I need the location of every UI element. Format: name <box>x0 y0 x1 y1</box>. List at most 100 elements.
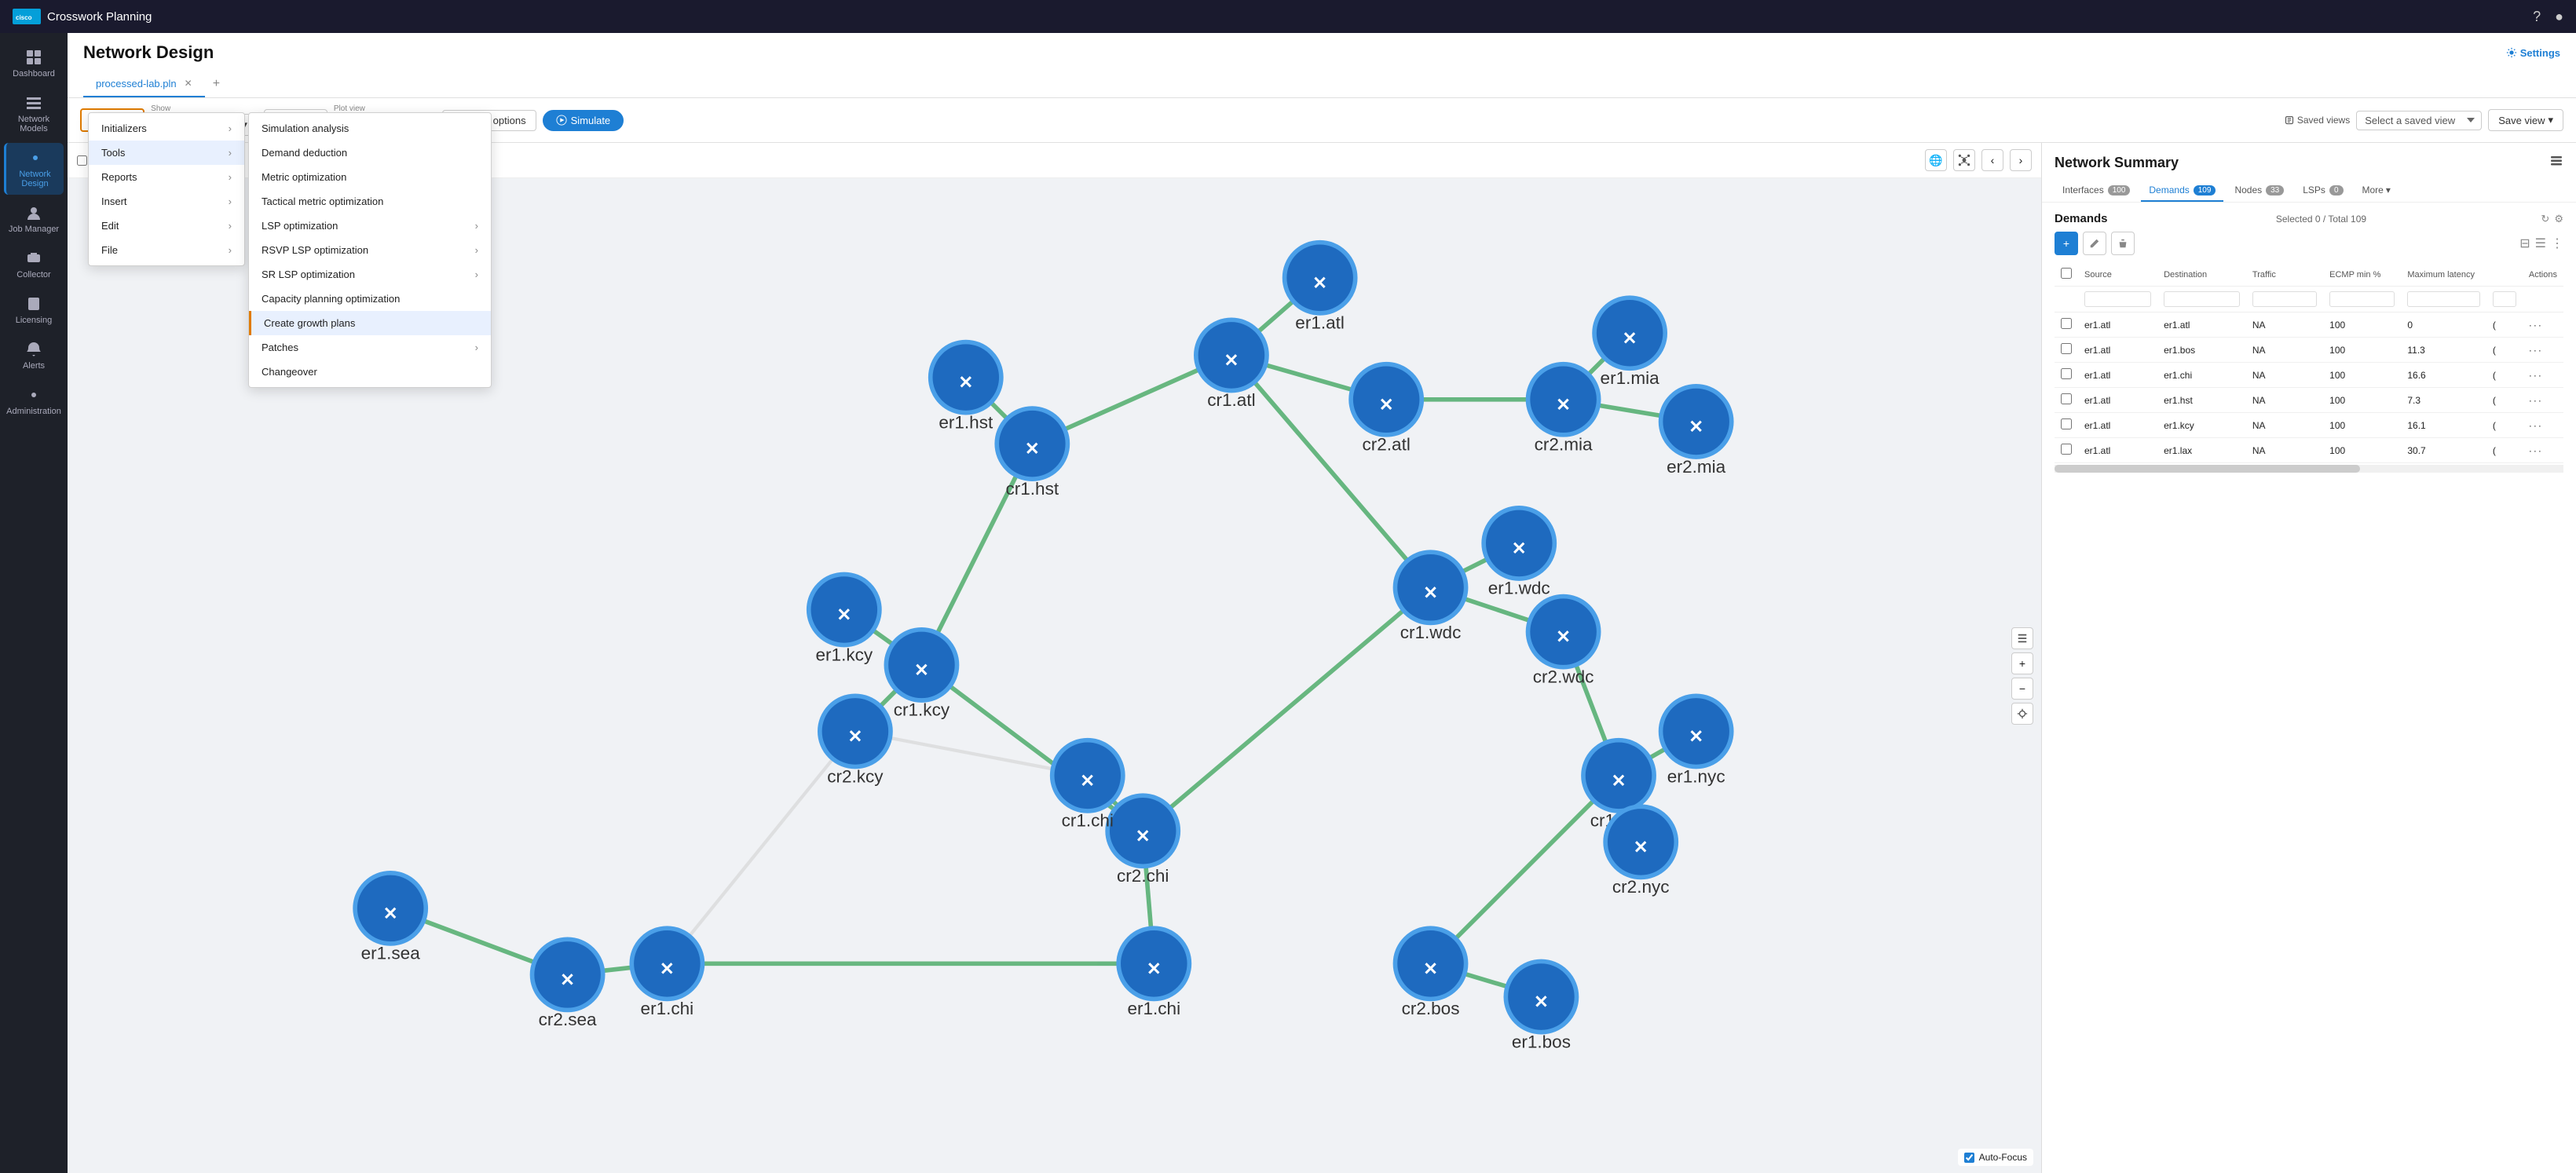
tools-item-lsp-optimization[interactable]: LSP optimization › <box>249 214 491 238</box>
tactical-metric-label: Tactical metric optimization <box>262 196 383 207</box>
show-groups-checkbox[interactable] <box>77 155 87 166</box>
grid-view-icon-btn[interactable]: ⋮ <box>2551 236 2563 251</box>
menu-item-file[interactable]: File › <box>89 238 244 262</box>
refresh-icon[interactable]: ↻ <box>2541 213 2549 225</box>
tools-item-patches[interactable]: Patches › <box>249 335 491 360</box>
rp-tab-nodes[interactable]: Nodes 33 <box>2227 180 2292 202</box>
menu-item-insert[interactable]: Insert › <box>89 189 244 214</box>
sidebar-item-licensing[interactable]: Licensing <box>4 289 64 331</box>
filter-extra-cell <box>2486 287 2523 312</box>
tools-item-create-growth-plans[interactable]: Create growth plans <box>249 311 491 335</box>
saved-views-label-wrap: Saved views <box>2285 115 2350 126</box>
zoom-out-btn[interactable]: − <box>2011 678 2033 700</box>
col-ecmp-header[interactable]: ECMP min % <box>2323 263 2401 287</box>
row-checkbox-cell <box>2055 413 2078 438</box>
right-panel-menu-icon[interactable] <box>2549 154 2563 172</box>
col-source-header[interactable]: Source <box>2078 263 2157 287</box>
svg-text:✕: ✕ <box>1224 351 1239 371</box>
tab-add-button[interactable]: + <box>205 71 228 97</box>
crosshair-btn[interactable] <box>2011 703 2033 725</box>
filter-source-cell <box>2078 287 2157 312</box>
demands-table-wrap[interactable]: Source Destination Traffic ECMP min % Ma… <box>2055 263 2563 1173</box>
row-checkbox-2[interactable] <box>2061 368 2072 379</box>
tools-item-simulation-analysis[interactable]: Simulation analysis <box>249 116 491 141</box>
menu-item-edit[interactable]: Edit › <box>89 214 244 238</box>
simulation-analysis-label: Simulation analysis <box>262 122 349 134</box>
filter-ecmp-input[interactable] <box>2329 291 2395 307</box>
svg-text:✕: ✕ <box>383 904 398 923</box>
row-latency-0: 0 <box>2401 312 2486 338</box>
saved-views-select[interactable]: Select a saved view <box>2356 111 2482 130</box>
row-destination-5: er1.lax <box>2157 438 2246 463</box>
tools-item-rsvp-lsp[interactable]: RSVP LSP optimization › <box>249 238 491 262</box>
user-icon[interactable]: ● <box>2555 9 2563 25</box>
filter-source-input[interactable] <box>2084 291 2151 307</box>
demands-add-btn[interactable]: + <box>2055 232 2078 255</box>
filter-icon-btn[interactable]: ⊟ <box>2519 236 2530 251</box>
dashboard-icon <box>25 49 42 66</box>
zoom-in-btn[interactable]: + <box>2011 652 2033 674</box>
col-latency-header[interactable]: Maximum latency <box>2401 263 2486 287</box>
filter-dest-input[interactable] <box>2164 291 2240 307</box>
select-all-checkbox[interactable] <box>2061 268 2072 279</box>
network-icon-btn[interactable] <box>1953 149 1975 171</box>
rp-tab-more[interactable]: More ▾ <box>2355 180 2399 202</box>
row-col6-3: ( <box>2486 388 2523 413</box>
sidebar-item-collector[interactable]: Collector <box>4 243 64 286</box>
list-view-icon-btn[interactable]: ☰ <box>2535 236 2546 251</box>
demands-edit-btn[interactable] <box>2083 232 2106 255</box>
demands-table: Source Destination Traffic ECMP min % Ma… <box>2055 263 2563 463</box>
settings-link[interactable]: Settings <box>2506 47 2560 59</box>
demands-delete-btn[interactable] <box>2111 232 2135 255</box>
rp-tab-lsps[interactable]: LSPs 0 <box>2295 180 2351 202</box>
filter-extra-input[interactable] <box>2493 291 2516 307</box>
svg-text:cr2.mia: cr2.mia <box>1535 435 1593 455</box>
save-view-button[interactable]: Save view ▾ <box>2488 109 2563 131</box>
row-actions-4[interactable]: ··· <box>2523 413 2563 438</box>
row-checkbox-3[interactable] <box>2061 393 2072 404</box>
tools-item-metric-optimization[interactable]: Metric optimization <box>249 165 491 189</box>
tools-item-changeover[interactable]: Changeover <box>249 360 491 384</box>
prev-icon-btn[interactable]: ‹ <box>1981 149 2003 171</box>
settings-gear-icon[interactable]: ⚙ <box>2554 213 2563 225</box>
sidebar-item-job-manager[interactable]: Job Manager <box>4 198 64 240</box>
list-view-btn[interactable] <box>2011 627 2033 649</box>
simulate-button[interactable]: Simulate <box>543 110 624 131</box>
table-scroll-x[interactable] <box>2055 465 2563 473</box>
auto-focus-checkbox[interactable] <box>1964 1153 1974 1163</box>
sidebar-item-dashboard[interactable]: Dashboard <box>4 42 64 85</box>
row-checkbox-5[interactable] <box>2061 444 2072 455</box>
rp-tab-interfaces[interactable]: Interfaces 100 <box>2055 180 2138 202</box>
sidebar-item-network-design[interactable]: Network Design <box>4 143 64 195</box>
row-actions-5[interactable]: ··· <box>2523 438 2563 463</box>
tab-processed-lab[interactable]: processed-lab.pln ✕ <box>83 71 205 97</box>
col-traffic-header[interactable]: Traffic <box>2246 263 2323 287</box>
help-icon[interactable]: ? <box>2533 9 2541 25</box>
row-traffic-1: NA <box>2246 338 2323 363</box>
filter-latency-input[interactable] <box>2407 291 2480 307</box>
menu-item-initializers[interactable]: Initializers › <box>89 116 244 141</box>
tab-close-processed-lab[interactable]: ✕ <box>185 78 192 89</box>
filter-traffic-input[interactable] <box>2252 291 2317 307</box>
tools-item-capacity-planning[interactable]: Capacity planning optimization <box>249 287 491 311</box>
row-checkbox-4[interactable] <box>2061 418 2072 429</box>
sidebar-item-administration[interactable]: Administration <box>4 380 64 422</box>
rp-tab-demands[interactable]: Demands 109 <box>2141 180 2223 202</box>
tools-item-sr-lsp[interactable]: SR LSP optimization › <box>249 262 491 287</box>
tools-item-demand-deduction[interactable]: Demand deduction <box>249 141 491 165</box>
row-actions-0[interactable]: ··· <box>2523 312 2563 338</box>
menu-item-reports[interactable]: Reports › <box>89 165 244 189</box>
row-actions-2[interactable]: ··· <box>2523 363 2563 388</box>
sidebar-item-alerts[interactable]: Alerts <box>4 334 64 377</box>
row-actions-1[interactable]: ··· <box>2523 338 2563 363</box>
next-icon-btn[interactable]: › <box>2010 149 2032 171</box>
row-checkbox-1[interactable] <box>2061 343 2072 354</box>
row-actions-3[interactable]: ··· <box>2523 388 2563 413</box>
menu-item-tools[interactable]: Tools › <box>89 141 244 165</box>
row-checkbox-0[interactable] <box>2061 318 2072 329</box>
table-row: er1.atl er1.kcy NA 100 16.1 ( ··· <box>2055 413 2563 438</box>
col-destination-header[interactable]: Destination <box>2157 263 2246 287</box>
sidebar-item-network-models[interactable]: Network Models <box>4 88 64 140</box>
globe-icon-btn[interactable]: 🌐 <box>1925 149 1947 171</box>
tools-item-tactical-metric[interactable]: Tactical metric optimization <box>249 189 491 214</box>
